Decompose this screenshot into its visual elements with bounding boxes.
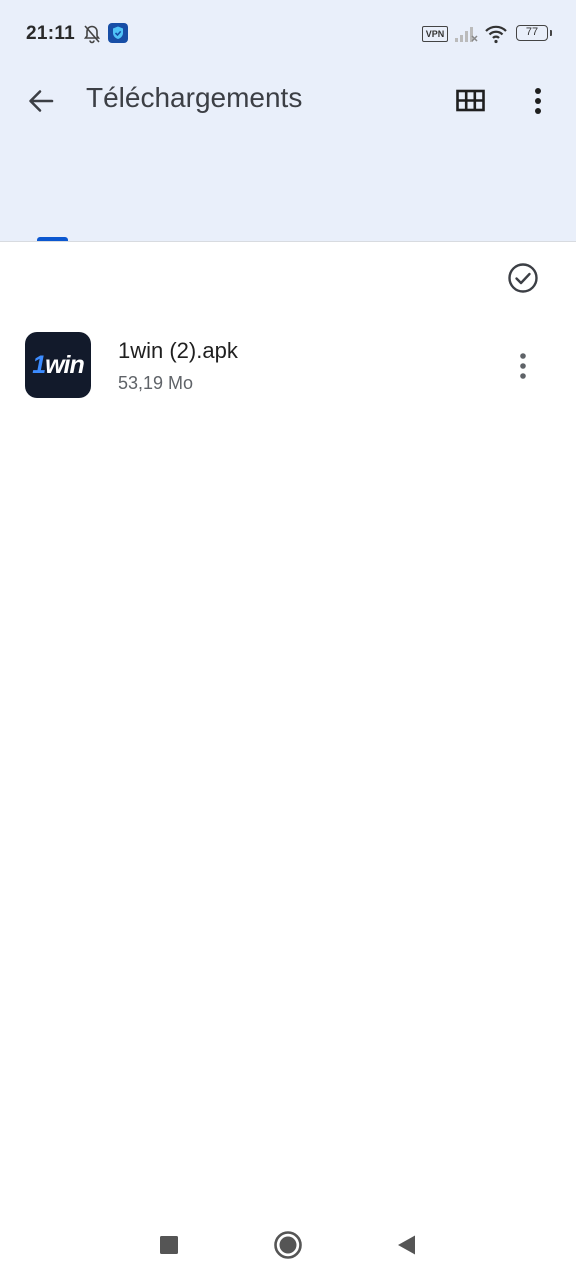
more-vertical-icon <box>535 88 541 114</box>
signal-icon <box>455 27 478 42</box>
nav-back-button[interactable] <box>390 1228 424 1262</box>
item-more-button[interactable] <box>508 348 538 384</box>
battery-icon: 77 <box>516 25 552 41</box>
recents-button[interactable] <box>152 1228 186 1262</box>
check-circle-icon <box>508 263 538 293</box>
home-circle-icon <box>274 1231 302 1259</box>
grid-view-icon <box>456 89 485 112</box>
bell-off-icon <box>83 25 101 44</box>
system-nav-bar <box>0 1210 576 1280</box>
more-vertical-icon <box>520 353 526 379</box>
home-button[interactable] <box>271 1228 305 1262</box>
app-header: 21:11 VPN 77 Téléchargements <box>0 0 576 241</box>
overflow-menu-button[interactable] <box>523 84 553 118</box>
header-divider <box>0 241 576 242</box>
apk-app-icon: 1win <box>25 332 91 398</box>
shield-app-icon <box>108 23 128 43</box>
status-bar: 21:11 VPN 77 <box>0 0 576 70</box>
file-name: 1win (2).apk <box>118 338 238 363</box>
recents-square-icon <box>160 1236 178 1254</box>
wifi-icon <box>485 25 507 44</box>
back-triangle-icon <box>398 1235 415 1255</box>
page-title: Téléchargements <box>86 82 303 113</box>
back-button[interactable] <box>24 84 58 118</box>
app-logo: 1win <box>32 351 85 379</box>
status-time: 21:11 <box>26 23 76 44</box>
file-size: 53,19 Mo <box>118 373 194 393</box>
select-all-button[interactable] <box>506 261 540 295</box>
list-item[interactable]: 1win 1win (2).apk 53,19 Mo <box>0 318 576 414</box>
grid-view-button[interactable] <box>455 87 487 115</box>
arrow-left-icon <box>29 90 54 112</box>
vpn-icon: VPN <box>422 26 448 42</box>
